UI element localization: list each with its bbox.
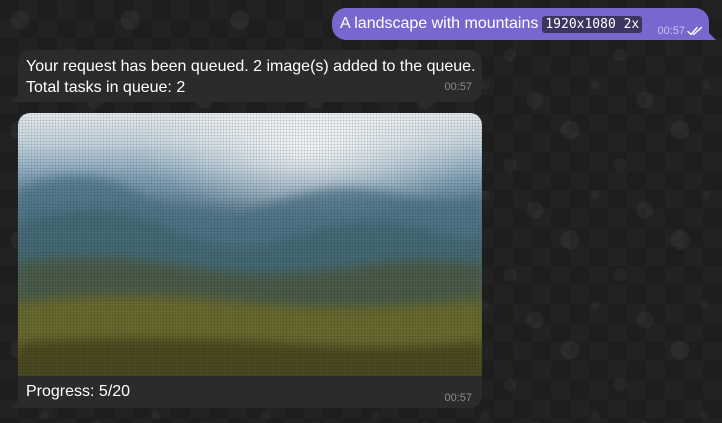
double-check-icon [687,26,703,36]
message-meta: 00:57 [657,25,703,37]
message-time: 00:57 [444,81,472,93]
image-mountains [18,175,482,376]
message-text: A landscape with mountains [340,15,539,32]
message-time: 00:57 [657,25,685,37]
progress-caption: Progress: 5/20 [26,383,131,400]
generated-image-preview[interactable] [18,113,482,376]
outgoing-message[interactable]: A landscape with mountains 1920x1080 2x … [332,8,716,40]
message-line: Total tasks in queue: 2 [26,79,186,96]
incoming-message[interactable]: Your request has been queued. 2 image(s)… [11,50,482,102]
inline-code[interactable]: 1920x1080 2x [542,15,643,33]
incoming-photo-message[interactable]: Progress: 5/20 00:57 [18,113,482,408]
message-time: 00:57 [444,392,472,404]
message-line: Your request has been queued. 2 image(s)… [26,58,476,75]
